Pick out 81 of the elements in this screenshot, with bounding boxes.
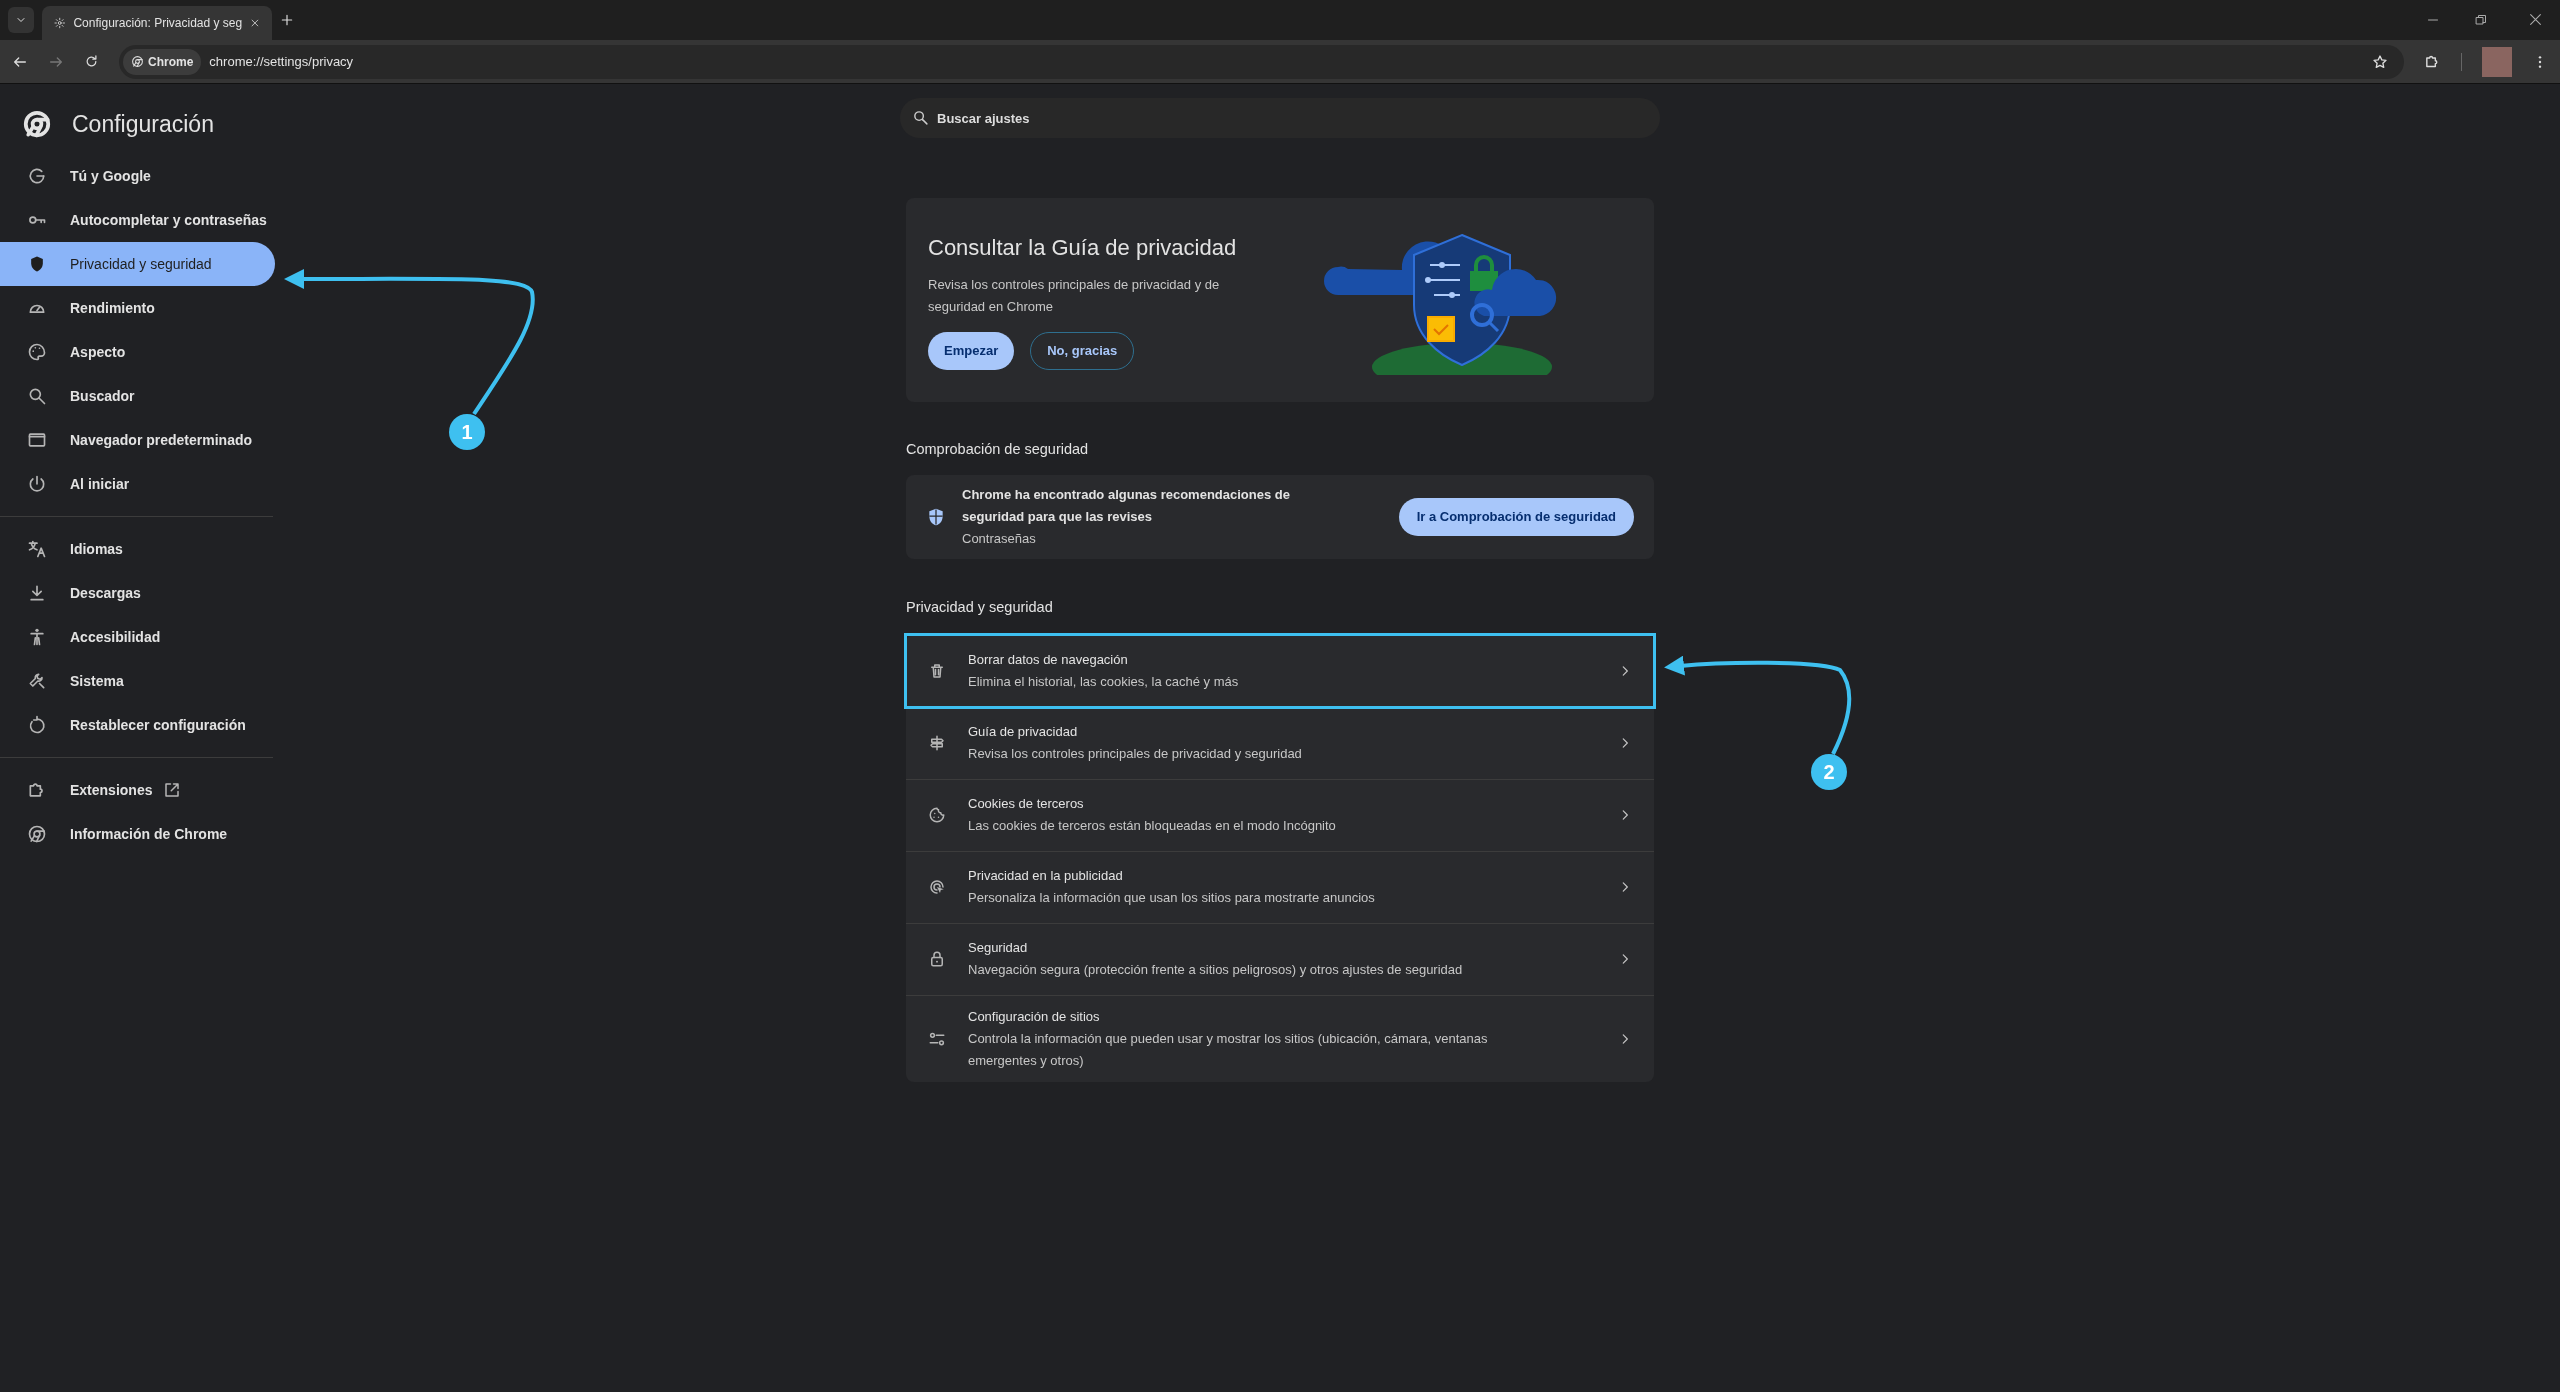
lock-icon bbox=[928, 950, 946, 968]
chrome-logo-icon bbox=[22, 109, 52, 139]
sidebar-item[interactable]: Accesibilidad bbox=[0, 615, 275, 659]
shield-icon bbox=[926, 506, 946, 527]
sidebar-item[interactable]: Autocompletar y contraseñas bbox=[0, 198, 275, 242]
search-icon bbox=[912, 109, 929, 126]
settings-title: Configuración bbox=[72, 109, 214, 139]
sidebar-item[interactable]: Al iniciar bbox=[0, 462, 275, 506]
download-icon bbox=[27, 583, 47, 603]
row-title: Privacidad en la publicidad bbox=[968, 867, 1124, 885]
reset-icon bbox=[27, 715, 47, 735]
chrome-logo-icon bbox=[131, 55, 144, 68]
cookie-icon bbox=[928, 806, 946, 824]
card-description: Revisa los controles principales de privacidad y de seguridad en Chrome bbox=[928, 275, 1221, 316]
wrench-icon bbox=[27, 671, 47, 691]
search-field[interactable]: Buscar ajustes bbox=[900, 98, 1660, 138]
sidebar-item[interactable]: Extensiones bbox=[0, 768, 275, 812]
close-icon[interactable] bbox=[2529, 13, 2542, 26]
row-title: Cookies de terceros bbox=[968, 795, 1085, 813]
sidebar-item[interactable]: Sistema bbox=[0, 659, 275, 703]
url-text: chrome://settings/privacy bbox=[209, 52, 355, 71]
step-number-badge: 1 bbox=[449, 414, 485, 450]
tab-list-button[interactable] bbox=[8, 7, 34, 33]
power-icon bbox=[27, 474, 47, 494]
star-icon[interactable] bbox=[2372, 53, 2388, 70]
google-icon bbox=[27, 166, 47, 186]
sidebar-item[interactable]: Información de Chrome bbox=[0, 812, 275, 856]
row-subtitle: Controla la información que pueden usar y mostrar los sitios (ubicación, cámara, ventanas emergentes y otros) bbox=[968, 1029, 1489, 1070]
section-heading: Comprobación de seguridad bbox=[906, 440, 1090, 459]
window-icon bbox=[27, 430, 47, 450]
translate-icon bbox=[27, 539, 47, 559]
section-heading: Privacidad y seguridad bbox=[906, 597, 1054, 617]
row-subtitle: Las cookies de terceros están bloqueadas en el modo Incógnito bbox=[968, 817, 1337, 835]
person-icon bbox=[27, 627, 47, 647]
row-title: Configuración de sitios bbox=[968, 1007, 1101, 1026]
new-tab-icon[interactable] bbox=[280, 13, 294, 27]
settings-row[interactable]: Privacidad en la publicidad Personaliza la información que usan los sitios para mostrarte anuncios bbox=[906, 850, 1654, 923]
settings-row[interactable]: Seguridad Navegación segura (protección frente a sitios peligrosos) y otros ajustes de seguridad bbox=[906, 922, 1654, 995]
browser-tab[interactable]: Configuración: Privacidad y seg bbox=[42, 6, 272, 40]
row-title: Seguridad bbox=[968, 939, 1029, 957]
sidebar-item[interactable]: Descargas bbox=[0, 571, 275, 615]
safety-check-message: Chrome ha encontrado algunas recomendaciones de seguridad para que las revises bbox=[962, 485, 1291, 526]
site-chip-label: Chrome bbox=[148, 53, 194, 71]
start-button[interactable]: Empezar bbox=[928, 331, 1015, 370]
sidebar-item[interactable]: Idiomas bbox=[0, 527, 275, 571]
settings-row[interactable]: Cookies de terceros Las cookies de terceros están bloqueadas en el modo Incógnito bbox=[906, 778, 1654, 851]
settings-row[interactable]: Configuración de sitios Controla la información que pueden usar y mostrar los sitios (ubicación, cámara, ventanas emergentes y otros) bbox=[906, 994, 1654, 1082]
row-subtitle: Revisa los controles principales de privacidad y seguridad bbox=[968, 745, 1303, 763]
restore-icon[interactable] bbox=[2475, 14, 2487, 26]
cursor-target-icon bbox=[928, 878, 946, 896]
step-number-badge: 2 bbox=[1811, 754, 1847, 790]
reload-icon[interactable] bbox=[84, 54, 99, 69]
sidebar-item[interactable]: Navegador predeterminado bbox=[0, 418, 275, 462]
sidebar-item[interactable]: Tú y Google bbox=[0, 154, 275, 198]
sidebar-item[interactable]: Rendimiento bbox=[0, 286, 275, 330]
sidebar-item[interactable]: Buscador bbox=[0, 374, 275, 418]
palette-icon bbox=[27, 342, 47, 362]
safety-check-button[interactable]: Ir a Comprobación de seguridad bbox=[1398, 497, 1634, 536]
address-bar[interactable]: Chrome chrome://settings/privacy bbox=[119, 44, 2404, 79]
row-title: Borrar datos de navegación bbox=[968, 650, 1129, 669]
row-subtitle: Personaliza la información que usan los sitios para mostrarte anuncios bbox=[968, 889, 1376, 907]
sidebar-item[interactable]: Aspecto bbox=[0, 330, 275, 374]
settings-row[interactable]: Guía de privacidad Revisa los controles principales de privacidad y seguridad bbox=[906, 706, 1654, 779]
row-title: Guía de privacidad bbox=[968, 723, 1079, 741]
site-chip[interactable]: Chrome bbox=[123, 48, 202, 75]
row-subtitle: Navegación segura (protección frente a sitios peligrosos) y otros ajustes de seguridad bbox=[968, 961, 1464, 979]
signpost-icon bbox=[928, 734, 946, 752]
row-subtitle: Elimina el historial, las cookies, la caché y más bbox=[968, 672, 1240, 691]
sidebar-item[interactable]: Privacidad y seguridad bbox=[0, 242, 275, 286]
settings-row[interactable]: Borrar datos de navegación Elimina el historial, las cookies, la caché y más bbox=[906, 634, 1654, 707]
sidebar-item[interactable]: Restablecer configuración bbox=[0, 703, 275, 747]
close-icon[interactable] bbox=[250, 17, 260, 29]
trash-icon bbox=[928, 661, 946, 680]
tab-title: Configuración: Privacidad y seg bbox=[73, 15, 243, 32]
card-title: Consultar la Guía de privacidad bbox=[928, 233, 1238, 262]
chrome-logo-icon bbox=[27, 824, 47, 844]
settings-icon bbox=[54, 16, 66, 30]
external-link-icon bbox=[163, 781, 182, 799]
safety-check-detail: Contraseñas bbox=[962, 529, 1037, 548]
avatar[interactable] bbox=[2482, 46, 2512, 77]
search-icon bbox=[27, 386, 47, 406]
